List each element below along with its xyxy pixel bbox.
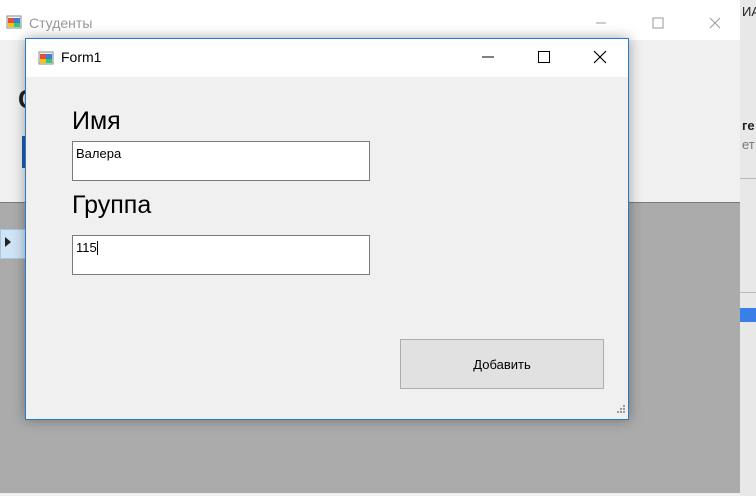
- maximize-icon[interactable]: [643, 10, 673, 36]
- close-icon[interactable]: [700, 10, 730, 36]
- maximize-button[interactable]: [516, 39, 572, 75]
- edge-divider: [740, 178, 756, 179]
- maximize-icon: [538, 51, 550, 63]
- close-button[interactable]: [572, 39, 628, 75]
- group-textbox[interactable]: 115: [72, 235, 370, 275]
- background-titlebar[interactable]: Студенты: [0, 0, 740, 40]
- name-label: Имя: [72, 107, 121, 135]
- minimize-icon: [482, 56, 494, 58]
- winforms-app-icon: [38, 51, 54, 65]
- edge-text-fragment: ге: [742, 118, 755, 133]
- edge-divider: [740, 292, 756, 293]
- group-textbox-value: 115: [76, 240, 97, 255]
- grid-row-header[interactable]: [0, 229, 26, 259]
- minimize-icon[interactable]: [586, 10, 616, 36]
- edge-text-fragment: ИА: [742, 4, 756, 19]
- edge-blue-highlight: [740, 308, 756, 322]
- row-selector-arrow-icon: [5, 237, 11, 247]
- form1-title: Form1: [61, 49, 102, 65]
- group-label: Группа: [72, 191, 152, 219]
- resize-grip-icon[interactable]: [615, 405, 625, 415]
- name-textbox[interactable]: Валера: [72, 141, 370, 181]
- form1-dialog: Form1 Имя Валера Группа 115 Добавить: [25, 38, 629, 420]
- close-icon: [593, 50, 607, 64]
- form1-titlebar[interactable]: Form1: [26, 39, 628, 77]
- minimize-button[interactable]: [460, 39, 516, 75]
- name-textbox-value: Валера: [76, 146, 122, 161]
- background-window-title: Студенты: [29, 15, 93, 31]
- add-button[interactable]: Добавить: [400, 339, 604, 389]
- background-other-window-edge: ИА ге ет: [740, 0, 756, 496]
- text-caret: [96, 241, 98, 255]
- winforms-app-icon: [6, 15, 22, 29]
- edge-text-fragment: ет: [742, 137, 755, 152]
